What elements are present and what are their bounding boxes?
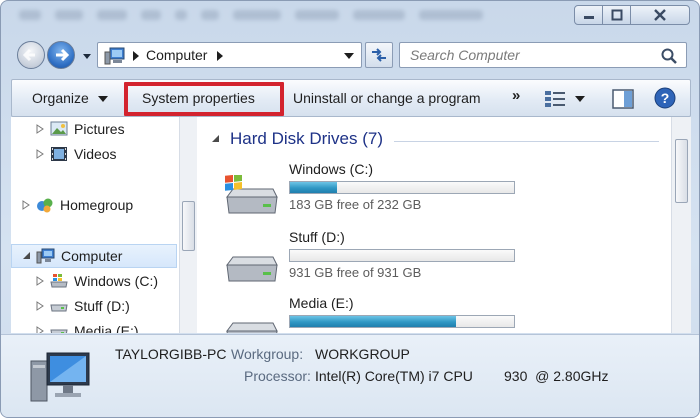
help-icon[interactable]: ? bbox=[654, 87, 676, 109]
drive-icon bbox=[50, 329, 68, 333]
search-icon[interactable] bbox=[660, 47, 678, 65]
organize-dropdown-icon[interactable] bbox=[98, 96, 108, 103]
group-header-hard-disk-drives[interactable]: Hard Disk Drives (7) bbox=[211, 129, 383, 149]
title-bar[interactable] bbox=[1, 1, 699, 33]
highlight-annotation-box bbox=[124, 82, 284, 116]
drive-free-space: 183 GB free of 232 GB bbox=[289, 197, 422, 212]
windows-drive-icon bbox=[50, 274, 68, 288]
drive-icon bbox=[226, 256, 278, 282]
expand-arrow-icon[interactable] bbox=[35, 326, 45, 333]
expand-arrow-icon[interactable] bbox=[35, 149, 45, 159]
expand-arrow-icon[interactable] bbox=[35, 276, 45, 286]
group-title: Hard Disk Drives (7) bbox=[230, 129, 384, 148]
processor-value: Intel(R) Core(TM) i7 CPU 930 @ 2.80GHz bbox=[315, 368, 609, 384]
nav-item-pictures[interactable]: Pictures bbox=[11, 117, 179, 141]
view-dropdown-icon[interactable] bbox=[575, 96, 585, 103]
forward-button[interactable] bbox=[47, 41, 75, 69]
group-divider bbox=[394, 141, 659, 142]
nav-item-stuff-drive[interactable]: Stuff (D:) bbox=[11, 294, 179, 318]
processor-label: Processor: bbox=[244, 368, 311, 384]
nav-item-videos[interactable]: Videos bbox=[11, 142, 179, 166]
drive-icon bbox=[226, 322, 278, 333]
maximize-button[interactable] bbox=[602, 5, 631, 25]
nav-item-computer[interactable]: Computer bbox=[11, 244, 177, 268]
close-icon bbox=[654, 9, 666, 21]
nav-pane-scrollbar[interactable] bbox=[179, 117, 197, 333]
content-pane: Hard Disk Drives (7) Windows (C:) 183 GB… bbox=[199, 117, 671, 333]
homegroup-icon bbox=[37, 198, 53, 213]
nav-item-windows-drive[interactable]: Windows (C:) bbox=[11, 269, 179, 293]
nav-item-label: Stuff (D:) bbox=[74, 298, 130, 314]
pictures-icon bbox=[50, 121, 68, 136]
recent-pages-dropdown-icon[interactable] bbox=[80, 50, 94, 62]
address-location[interactable]: Computer bbox=[146, 47, 207, 63]
nav-item-label: Pictures bbox=[74, 121, 125, 137]
drive-label: Windows (C:) bbox=[289, 161, 374, 177]
computer-icon bbox=[36, 248, 55, 264]
preview-pane-icon[interactable] bbox=[612, 89, 634, 109]
nav-item-label: Videos bbox=[74, 146, 117, 162]
uninstall-program-button[interactable]: Uninstall or change a program bbox=[293, 90, 481, 106]
maximize-icon bbox=[611, 9, 622, 21]
minimize-icon bbox=[583, 16, 594, 19]
drive-usage-bar bbox=[289, 315, 515, 328]
drive-usage-bar bbox=[289, 181, 515, 194]
change-view-icon[interactable] bbox=[544, 89, 568, 109]
videos-icon bbox=[51, 147, 67, 161]
close-button[interactable] bbox=[630, 5, 690, 25]
breadcrumb-chevron-icon[interactable] bbox=[132, 50, 140, 62]
details-pane: TAYLORGIBB-PC Workgroup: WORKGROUP Proce… bbox=[1, 334, 699, 417]
navigation-pane[interactable]: Pictures Videos Homegroup Computer Windo… bbox=[11, 117, 199, 333]
search-placeholder: Search Computer bbox=[410, 47, 520, 63]
workgroup-label: Workgroup: bbox=[231, 346, 304, 362]
drive-icon bbox=[50, 304, 68, 312]
computer-large-icon bbox=[30, 352, 90, 402]
more-commands-button[interactable]: » bbox=[512, 87, 520, 104]
drive-usage-fill bbox=[290, 182, 338, 193]
workgroup-value: WORKGROUP bbox=[315, 346, 410, 362]
expand-arrow-icon[interactable] bbox=[21, 200, 31, 210]
nav-item-homegroup[interactable]: Homegroup bbox=[11, 193, 179, 217]
explorer-window: Computer Search Computer Organize System… bbox=[0, 0, 700, 418]
nav-item-media-drive[interactable]: Media (E:) bbox=[11, 319, 179, 333]
content-scrollbar[interactable] bbox=[671, 117, 691, 333]
refresh-button[interactable] bbox=[365, 42, 393, 68]
refresh-icon bbox=[372, 48, 386, 62]
breadcrumb-chevron-icon[interactable] bbox=[216, 50, 224, 62]
collapse-arrow-icon[interactable] bbox=[22, 251, 32, 261]
organize-button[interactable]: Organize bbox=[32, 90, 89, 106]
address-bar[interactable]: Computer bbox=[97, 42, 362, 68]
back-button[interactable] bbox=[17, 41, 45, 69]
nav-item-label: Media (E:) bbox=[74, 323, 139, 333]
drive-usage-bar bbox=[289, 249, 515, 262]
drive-item-windows[interactable]: Windows (C:) 183 GB free of 232 GB bbox=[217, 161, 517, 221]
windows-drive-icon bbox=[225, 175, 278, 214]
drive-usage-fill bbox=[290, 316, 456, 327]
expand-arrow-icon[interactable] bbox=[35, 124, 45, 134]
search-input[interactable]: Search Computer bbox=[399, 42, 687, 68]
computer-name: TAYLORGIBB-PC bbox=[115, 346, 227, 362]
drive-label: Media (E:) bbox=[289, 295, 354, 311]
blurred-title-area bbox=[19, 10, 519, 24]
nav-item-label: Homegroup bbox=[60, 197, 134, 213]
computer-icon bbox=[104, 47, 125, 65]
drive-item-stuff[interactable]: Stuff (D:) 931 GB free of 931 GB bbox=[217, 229, 517, 289]
content-scrollbar-thumb[interactable] bbox=[675, 139, 688, 203]
address-row: Computer Search Computer bbox=[1, 37, 699, 73]
nav-scrollbar-thumb[interactable] bbox=[182, 201, 195, 251]
command-bar: Organize System properties Uninstall or … bbox=[11, 79, 691, 117]
expand-arrow-icon[interactable] bbox=[35, 301, 45, 311]
nav-item-label: Windows (C:) bbox=[74, 273, 159, 289]
nav-item-label: Computer bbox=[61, 248, 123, 264]
back-arrow-icon bbox=[22, 48, 35, 62]
minimize-button[interactable] bbox=[574, 5, 603, 25]
drive-label: Stuff (D:) bbox=[289, 229, 345, 245]
forward-arrow-icon bbox=[56, 48, 70, 62]
drive-item-media[interactable]: Media (E:) bbox=[217, 295, 517, 333]
svg-text:?: ? bbox=[661, 90, 670, 106]
address-dropdown-icon[interactable] bbox=[343, 52, 355, 60]
collapse-group-icon[interactable] bbox=[211, 134, 221, 144]
drive-free-space: 931 GB free of 931 GB bbox=[289, 265, 422, 280]
